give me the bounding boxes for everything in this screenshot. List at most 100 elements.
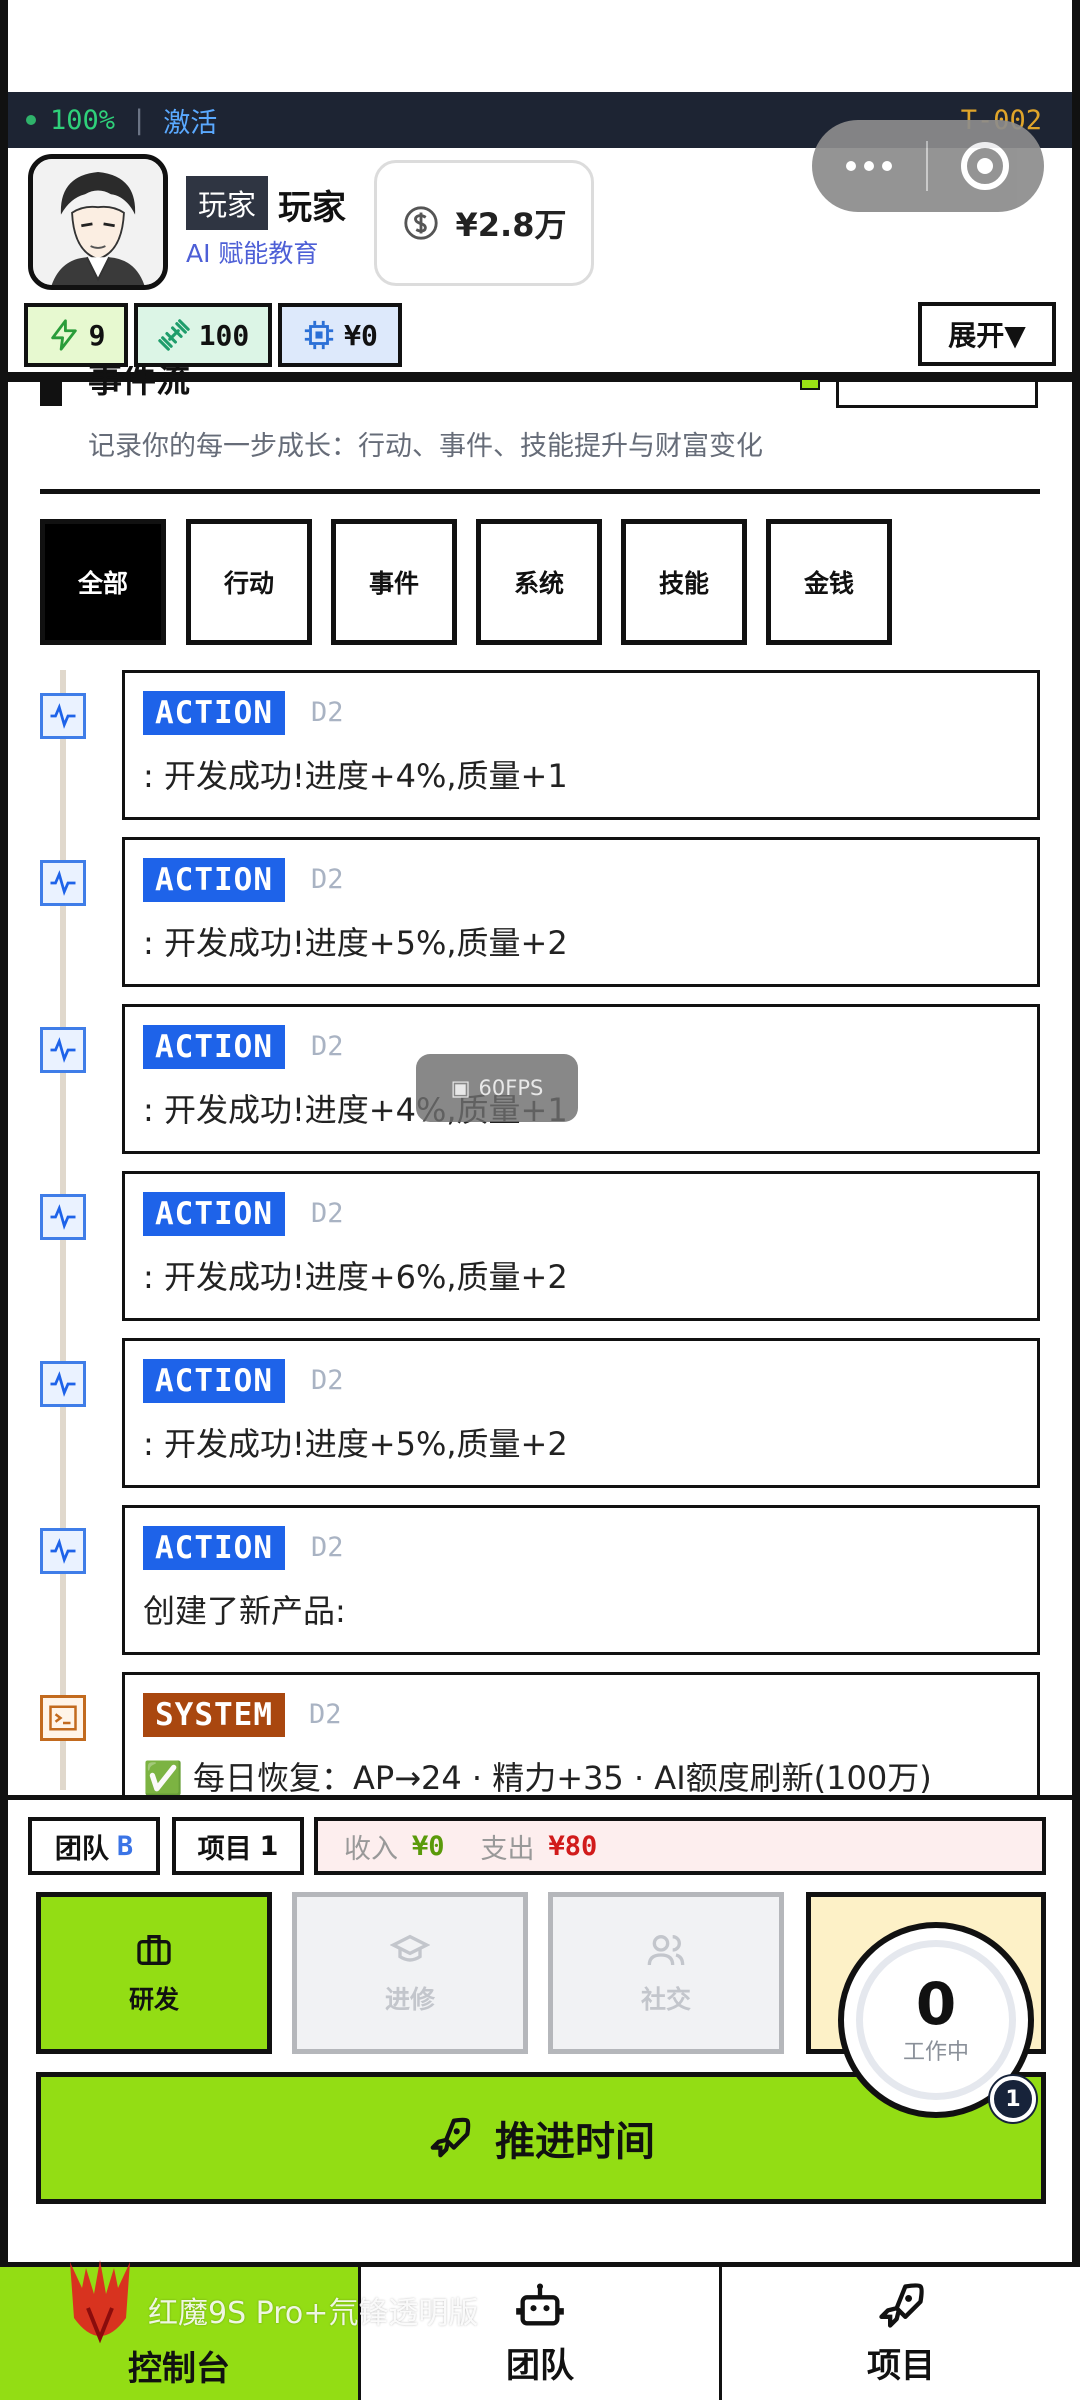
work-label: 工作中 [902, 2040, 969, 2065]
section-description: 记录你的每一步成长：行动、事件、技能提升与财富变化 [88, 431, 763, 462]
event-tag: ACTION [143, 1192, 285, 1236]
expense-label: 支出 [480, 1833, 535, 1865]
nav-project-label: 项目 [867, 2346, 935, 2386]
income-label: 收入 [344, 1833, 398, 1865]
graduation-cap-icon [390, 1934, 430, 1962]
filter-tab-action[interactable]: 行动 [186, 519, 312, 645]
team-chip[interactable]: 团队 B [28, 1817, 160, 1875]
nav-team-label: 团队 [506, 2346, 574, 2386]
event-card[interactable]: ACTION D2 : 开发成功!进度+4%,质量+1 [122, 670, 1040, 820]
section-title-text: 事件流 [88, 366, 190, 398]
red-magic-logo-icon [70, 2260, 130, 2344]
money-value: ¥2.8万 [455, 206, 567, 244]
frame-right-border [1072, 0, 1080, 2400]
event-day: D2 [311, 1532, 344, 1563]
event-card[interactable]: ACTION D2 : 开发成功!进度+4%,质量+1 [122, 1004, 1040, 1154]
work-badge: 1 [990, 2076, 1036, 2122]
activity-icon [40, 1528, 86, 1574]
cpu-chip[interactable]: ¥0 [278, 303, 402, 367]
rocket-icon [430, 2117, 471, 2158]
activity-icon [40, 1361, 86, 1407]
section-divider [40, 489, 1040, 494]
expand-button[interactable]: 展开▼ [918, 302, 1056, 366]
player-badge: 玩家 [186, 176, 269, 230]
activity-icon [40, 1027, 86, 1073]
nav-console[interactable]: 控制台 [0, 2267, 361, 2400]
project-count: 1 [259, 1830, 279, 1862]
cpu-value: ¥0 [344, 318, 378, 352]
event-tag: ACTION [143, 1526, 285, 1570]
event-tag: ACTION [143, 691, 285, 735]
mini-program-capsule [812, 120, 1044, 212]
work-count: 0 [915, 1970, 957, 2038]
users-icon [647, 1935, 685, 1966]
team-letter: B [116, 1830, 134, 1862]
event-day: D2 [311, 864, 344, 895]
nav-console-label: 控制台 [128, 2349, 230, 2389]
avatar[interactable] [28, 154, 168, 290]
dollar-coin-icon [403, 206, 438, 240]
close-capsule-icon[interactable] [928, 142, 1042, 190]
compute-chip[interactable]: 100 [134, 303, 272, 367]
event-text: : 开发成功!进度+6%,质量+2 [143, 1258, 568, 1296]
event-day: D2 [311, 1198, 344, 1229]
work-status-inner: 0 工作中 [856, 1940, 1016, 2100]
fps-overlay: ▣ 60FPS [416, 1054, 578, 1122]
event-card[interactable]: ACTION D2 : 开发成功!进度+5%,质量+2 [122, 1338, 1040, 1488]
research-label: 研发 [128, 1985, 179, 2014]
filter-tab-system[interactable]: 系统 [476, 519, 602, 645]
event-day: D2 [309, 1699, 342, 1730]
filter-tab-money[interactable]: 金钱 [766, 519, 892, 645]
lightning-icon [50, 319, 77, 351]
social-button[interactable]: 社交 [548, 1892, 784, 2054]
money-display[interactable]: ¥2.8万 [374, 160, 594, 286]
expense-value: ¥80 [548, 1830, 598, 1862]
social-label: 社交 [640, 1985, 691, 2014]
event-tag: ACTION [143, 1359, 285, 1403]
event-tag: ACTION [143, 1025, 285, 1069]
filter-tab-skill[interactable]: 技能 [621, 519, 747, 645]
status-dot-icon [26, 115, 36, 125]
section-tag [836, 382, 1038, 408]
robot-icon [516, 2283, 564, 2326]
status-separator: | [131, 104, 148, 136]
project-label: 项目 [197, 1833, 252, 1865]
event-card[interactable]: ACTION D2 : 开发成功!进度+6%,质量+2 [122, 1171, 1040, 1321]
research-button[interactable]: 研发 [36, 1892, 272, 2054]
terminal-icon [40, 1695, 86, 1741]
section-tag-dot [800, 378, 820, 390]
energy-chip[interactable]: 9 [24, 303, 128, 367]
more-icon[interactable] [812, 161, 926, 171]
study-button[interactable]: 进修 [292, 1892, 528, 2054]
project-chip[interactable]: 项目 1 [172, 1817, 304, 1875]
dumbbell-icon [157, 319, 190, 351]
income-value: ¥0 [412, 1830, 445, 1862]
team-label: 团队 [54, 1833, 109, 1865]
event-card[interactable]: ACTION D2 : 开发成功!进度+5%,质量+2 [122, 837, 1040, 987]
activity-icon [40, 693, 86, 739]
briefcase-icon [137, 1935, 171, 1965]
event-day: D2 [311, 697, 344, 728]
cpu-icon [304, 320, 334, 350]
compute-value: 100 [198, 318, 250, 352]
filter-tab-all[interactable]: 全部 [40, 519, 166, 645]
advance-time-label: 推进时间 [495, 2119, 655, 2165]
event-day: D2 [311, 1365, 344, 1396]
filter-tab-event[interactable]: 事件 [331, 519, 457, 645]
event-text: ✅ 每日恢复：AP→24 · 精力+35 · AI额度刷新(100万) [143, 1759, 932, 1797]
event-card[interactable]: ACTION D2 创建了新产品: [122, 1505, 1040, 1655]
fps-text: 60FPS [478, 1076, 544, 1100]
section-title: 事件流 [88, 366, 190, 398]
event-tag: SYSTEM [143, 1693, 285, 1737]
player-name: 玩家 [278, 188, 346, 228]
device-watermark: 红魔9S Pro+氘锋透明版 [148, 2296, 479, 2331]
nav-project[interactable]: 项目 [722, 2267, 1080, 2400]
nav-team[interactable]: 团队 [361, 2267, 722, 2400]
event-text: : 开发成功!进度+5%,质量+2 [143, 924, 568, 962]
event-text: : 开发成功!进度+5%,质量+2 [143, 1425, 568, 1463]
event-day: D2 [311, 1031, 344, 1062]
activate-link[interactable]: 激活 [163, 101, 217, 140]
frame-left-border [0, 0, 8, 2400]
section-title-mark [40, 382, 62, 406]
event-text: : 开发成功!进度+4%,质量+1 [143, 757, 568, 795]
